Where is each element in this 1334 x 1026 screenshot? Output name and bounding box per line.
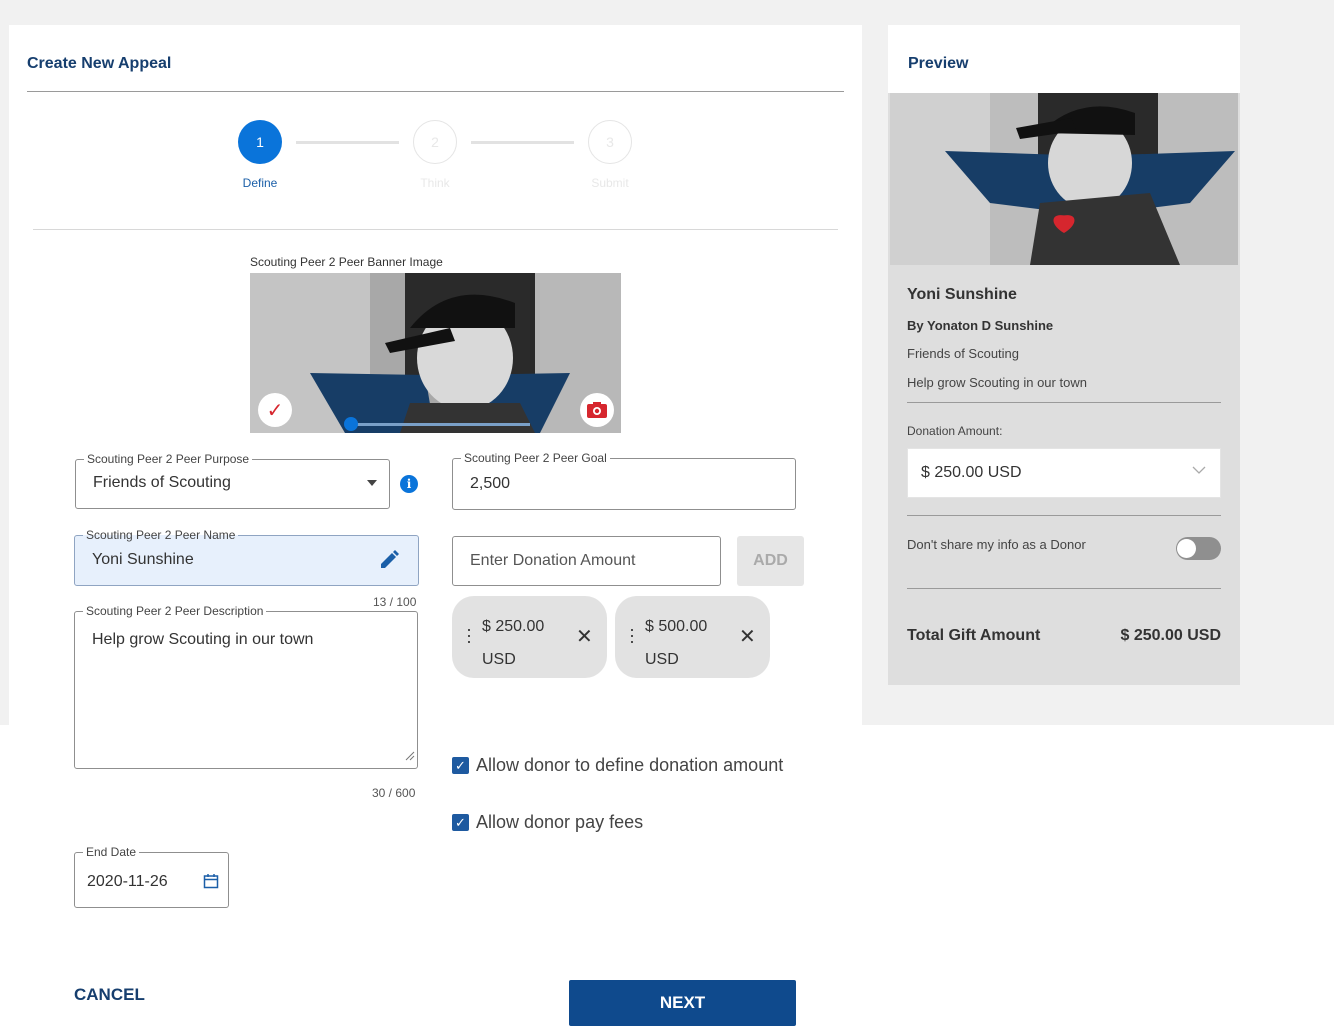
divider [907,402,1221,403]
step-3-label: Submit [591,176,629,190]
step-1[interactable]: 1 Define [238,120,282,190]
end-date-label: End Date [83,845,140,859]
resize-handle-icon[interactable] [405,748,415,766]
checkbox-checked-icon[interactable]: ✓ [452,814,469,831]
goal-value: 2,500 [470,475,511,492]
donation-amount-label: Donation Amount: [907,424,1003,438]
total-gift-value: $ 250.00 USD [1120,627,1221,644]
purpose-value: Friends of Scouting [93,474,231,491]
goal-input[interactable]: Scouting Peer 2 Peer Goal 2,500 [452,451,796,510]
donation-amount-value: $ 250.00 USD [921,464,1022,481]
drag-handle-icon[interactable]: · · · [466,620,472,650]
end-date-value: 2020-11-26 [87,873,168,890]
preview-name: Yoni Sunshine [907,286,1017,303]
info-icon[interactable]: i [400,475,418,493]
divider [33,229,838,230]
purpose-select[interactable]: Scouting Peer 2 Peer Purpose Friends of … [75,452,390,509]
allow-pay-fees-checkbox[interactable]: ✓ Allow donor pay fees [452,812,643,833]
donation-amount-placeholder: Enter Donation Amount [470,552,636,569]
share-info-label: Don't share my info as a Donor [907,537,1086,552]
end-date-input[interactable]: End Date 2020-11-26 [74,845,229,908]
dropdown-arrow-icon [367,480,377,486]
chip-amount: $ 500.00 [645,618,708,635]
checkbox-label: Allow donor to define donation amount [476,755,784,775]
page-title: Create New Appeal [27,55,172,72]
step-1-label: Define [242,176,278,190]
checkbox-label: Allow donor pay fees [476,812,644,832]
banner-image-label: Scouting Peer 2 Peer Banner Image [250,255,443,269]
cancel-button[interactable]: CANCEL [74,985,145,1005]
allow-define-amount-checkbox[interactable]: ✓ Allow donor to define donation amount [452,755,783,776]
preview-author: By Yonaton D Sunshine [907,318,1054,333]
step-connector [471,141,574,144]
description-value: Help grow Scouting in our town [92,631,314,648]
name-counter: 13 / 100 [373,595,417,609]
next-button[interactable]: NEXT [569,980,796,1026]
checkbox-checked-icon[interactable]: ✓ [452,757,469,774]
name-input[interactable]: Scouting Peer 2 Peer Name Yoni Sunshine [74,528,419,586]
name-value: Yoni Sunshine [92,551,194,568]
step-connector [296,141,399,144]
create-appeal-card: Create New Appeal 1 Define 2 Think 3 Sub… [9,25,862,1026]
chip-currency: USD [482,651,516,668]
remove-chip-icon[interactable]: ✕ [576,624,593,649]
preview-card: Preview Yoni Sunshine By Yonaton D Sunsh… [888,25,1240,685]
donation-amount-input[interactable]: Enter Donation Amount [452,536,721,586]
share-info-toggle[interactable] [1176,537,1221,560]
step-2-label: Think [420,176,450,190]
preview-title: Preview [908,55,969,72]
donation-amount-select[interactable]: $ 250.00 USD [907,448,1221,498]
camera-icon[interactable] [580,393,614,427]
zoom-slider-thumb[interactable] [344,417,358,431]
divider [907,588,1221,589]
edit-pencil-icon[interactable] [378,549,400,576]
description-textarea[interactable]: Scouting Peer 2 Peer Description Help gr… [74,604,418,769]
step-3[interactable]: 3 Submit [588,120,632,190]
goal-label: Scouting Peer 2 Peer Goal [461,451,610,465]
zoom-slider-track[interactable] [350,423,530,426]
preview-description: Help grow Scouting in our town [907,375,1087,390]
purpose-label: Scouting Peer 2 Peer Purpose [84,452,253,466]
preview-photo [890,93,1238,265]
drag-handle-icon[interactable]: · · · [629,620,635,650]
description-label: Scouting Peer 2 Peer Description [83,604,267,618]
chip-amount: $ 250.00 [482,618,545,635]
step-2[interactable]: 2 Think [413,120,457,190]
preview-purpose: Friends of Scouting [907,346,1020,361]
banner-photo [250,273,621,433]
banner-image: ✓ [250,273,621,433]
chevron-down-icon [1192,463,1206,480]
description-counter: 30 / 600 [372,786,416,800]
add-button[interactable]: ADD [737,536,804,586]
preview-banner-image [890,93,1238,265]
chip-currency: USD [645,651,679,668]
donation-chip[interactable]: · · · $ 500.00 USD ✕ [615,596,770,678]
divider [907,515,1221,516]
calendar-icon[interactable] [203,873,219,894]
divider [27,91,844,92]
name-label: Scouting Peer 2 Peer Name [83,528,239,542]
remove-chip-icon[interactable]: ✕ [739,624,756,649]
donation-chip[interactable]: · · · $ 250.00 USD ✕ [452,596,607,678]
total-gift-label: Total Gift Amount [907,627,1041,644]
confirm-image-button[interactable]: ✓ [258,393,292,427]
